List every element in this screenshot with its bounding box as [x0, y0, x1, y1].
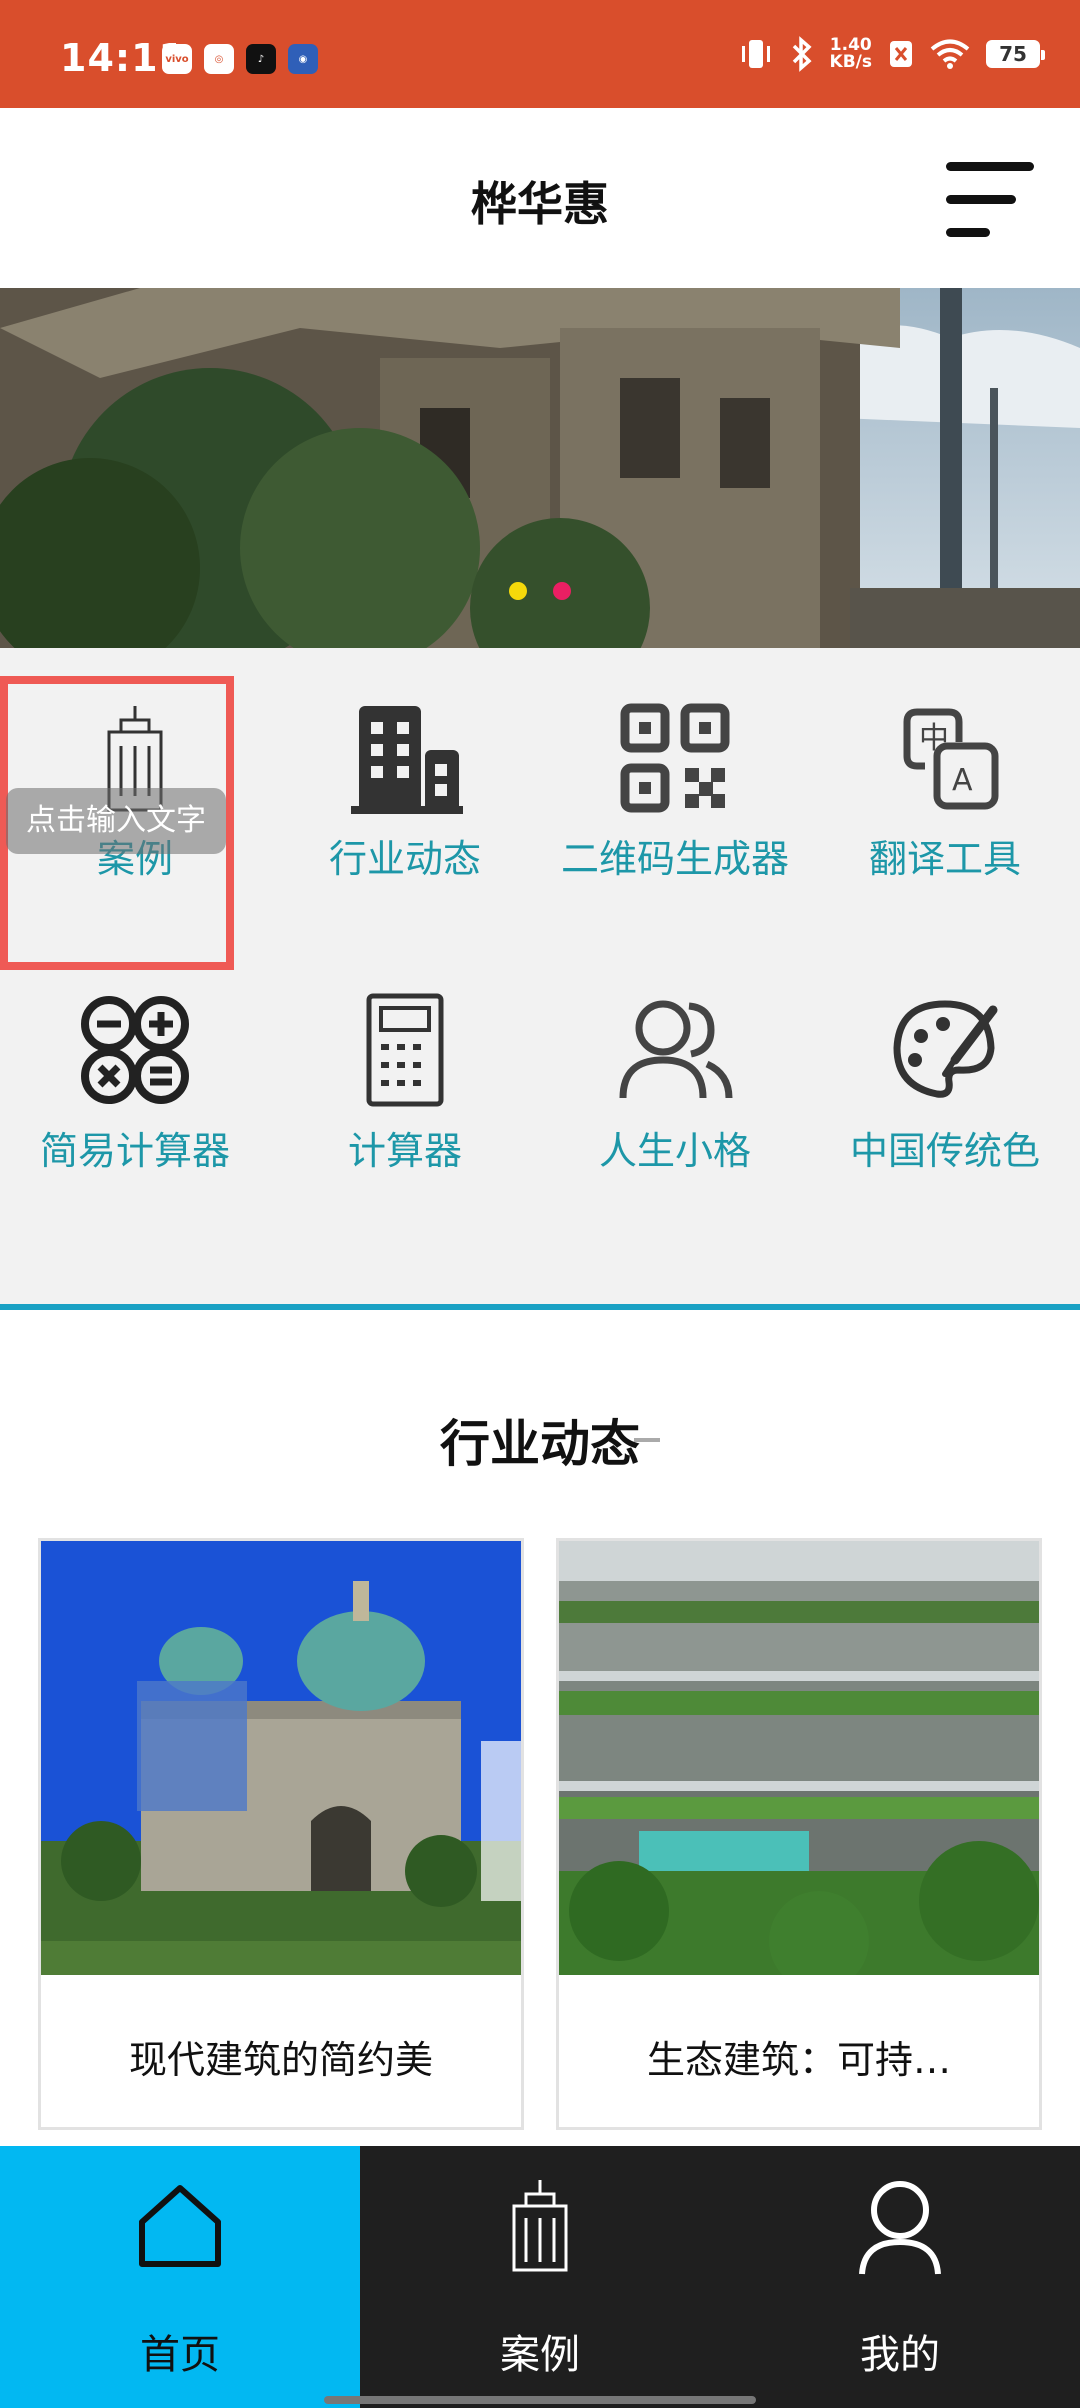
feature-label: 二维码生成器	[560, 837, 789, 881]
vibrate-icon	[741, 40, 770, 68]
net-speed-unit: KB/s	[829, 52, 872, 72]
news-card-image	[41, 1541, 521, 1975]
tab-mine[interactable]: 我的	[720, 2146, 1080, 2408]
calculator-icon	[366, 993, 444, 1107]
industry-news-section: 行业动态 现代建筑的简约美 生态建筑：可持…	[0, 1310, 1080, 2146]
svg-text:A: A	[952, 763, 973, 798]
buildings-icon	[351, 706, 463, 814]
tab-label: 案例	[500, 2332, 580, 2378]
feature-label: 计算器	[347, 1129, 462, 1173]
feature-simple-calculator[interactable]: 简易计算器	[0, 940, 270, 1220]
feature-label: 简易计算器	[39, 1129, 230, 1173]
battery-indicator: 75	[986, 40, 1045, 68]
status-indicators: 1.40 KB/s 75	[738, 36, 1045, 72]
bubble-app-icon: ◎	[204, 44, 234, 74]
people-icon	[619, 1000, 733, 1099]
qr-code-icon	[620, 703, 730, 813]
news-card-caption: 现代建筑的简约美	[128, 2038, 433, 2082]
translate-icon: 中 A	[903, 708, 999, 810]
menu-icon[interactable]	[944, 156, 1036, 242]
page-title: 桦华惠	[471, 177, 609, 231]
home-indicator[interactable]	[324, 2396, 756, 2404]
bluetooth-icon	[792, 36, 812, 72]
carousel-dot-active[interactable]	[509, 582, 527, 600]
carousel-dot[interactable]	[553, 582, 571, 600]
feature-label: 行业动态	[328, 837, 481, 881]
puppy-app-icon: ◉	[288, 44, 318, 74]
feature-life-grid[interactable]: 人生小格	[540, 940, 810, 1220]
news-card[interactable]: 生态建筑：可持…	[556, 1538, 1042, 2130]
text-input-tooltip[interactable]: 点击输入文字	[6, 788, 226, 854]
home-icon	[139, 2185, 221, 2267]
feature-label: 翻译工具	[868, 837, 1021, 881]
banner-carousel[interactable]	[0, 288, 1080, 648]
tiktok-app-icon: ♪	[246, 44, 276, 74]
vivo-app-icon: vivo	[162, 44, 192, 74]
calculator-circles-icon	[81, 996, 189, 1104]
bottom-tab-bar: 首页 案例 我的	[0, 2146, 1080, 2408]
sim-off-icon	[890, 41, 912, 67]
tab-label: 我的	[860, 2332, 940, 2378]
tab-home[interactable]: 首页	[0, 2146, 360, 2408]
news-card-caption: 生态建筑：可持…	[646, 2038, 951, 2082]
news-card[interactable]: 现代建筑的简约美	[38, 1538, 524, 2130]
feature-industry-news[interactable]: 行业动态	[270, 648, 540, 928]
section-title: 行业动态	[440, 1415, 640, 1473]
building-icon	[512, 2180, 568, 2272]
feature-label: 中国传统色	[849, 1129, 1040, 1173]
status-bar: 14:11 vivo ◎ ♪ ◉ 1.40 KB/s 75	[0, 0, 1080, 108]
feature-label: 人生小格	[598, 1129, 751, 1173]
user-icon	[859, 2181, 941, 2275]
carousel-dots	[0, 582, 1080, 600]
palette-icon	[893, 1000, 998, 1098]
feature-qr-generator[interactable]: 二维码生成器	[540, 648, 810, 928]
network-speed: 1.40 KB/s	[830, 37, 872, 71]
svg-text:中: 中	[919, 721, 949, 756]
title-dash	[634, 1438, 660, 1442]
status-app-icons: vivo ◎ ♪ ◉	[162, 44, 318, 74]
feature-chinese-colors[interactable]: 中国传统色	[810, 940, 1080, 1220]
tab-cases[interactable]: 案例	[360, 2146, 720, 2408]
app-header: 桦华惠	[0, 108, 1080, 288]
feature-translate[interactable]: 中 A 翻译工具	[810, 648, 1080, 928]
wifi-icon	[930, 39, 970, 69]
tab-label: 首页	[140, 2332, 220, 2378]
news-card-image	[559, 1541, 1039, 1975]
feature-calculator[interactable]: 计算器	[270, 940, 540, 1220]
